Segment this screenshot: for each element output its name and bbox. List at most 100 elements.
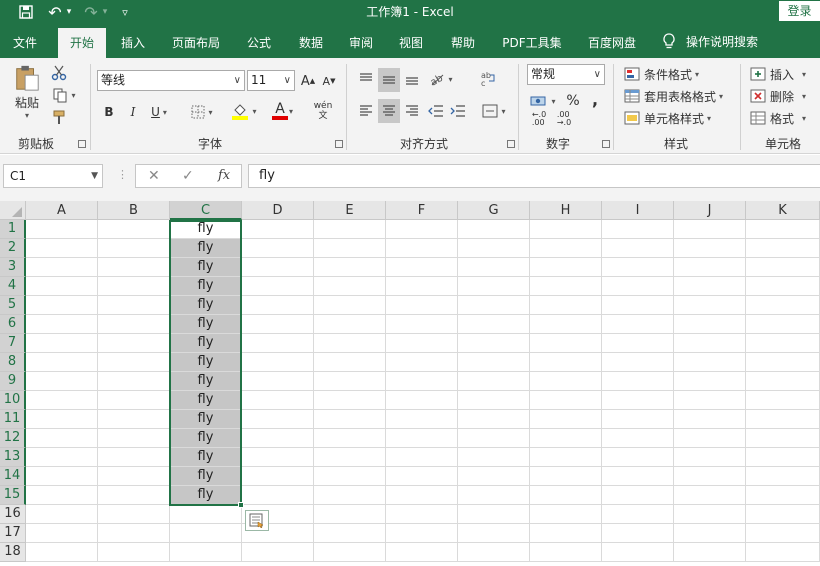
cell-g3[interactable]	[458, 258, 530, 277]
cell-j1[interactable]	[674, 220, 746, 239]
cell-d10[interactable]	[242, 391, 314, 410]
cell-j2[interactable]	[674, 239, 746, 258]
save-icon[interactable]	[14, 0, 38, 24]
cell-h18[interactable]	[530, 543, 602, 562]
cell-d9[interactable]	[242, 372, 314, 391]
cell-a1[interactable]	[26, 220, 98, 239]
cell-a5[interactable]	[26, 296, 98, 315]
cell-e14[interactable]	[314, 467, 386, 486]
cell-k14[interactable]	[746, 467, 820, 486]
cell-h15[interactable]	[530, 486, 602, 505]
cell-d18[interactable]	[242, 543, 314, 562]
align-right-icon[interactable]	[402, 100, 422, 122]
comma-style-button[interactable]: ,	[588, 88, 602, 110]
cell-j13[interactable]	[674, 448, 746, 467]
cell-e16[interactable]	[314, 505, 386, 524]
cell-h13[interactable]	[530, 448, 602, 467]
align-bottom-icon[interactable]	[402, 68, 422, 90]
cell-e8[interactable]	[314, 353, 386, 372]
tab-pdf-tools[interactable]: PDF工具集	[498, 24, 566, 58]
row-header-8[interactable]: 8	[0, 353, 26, 372]
cell-b13[interactable]	[98, 448, 170, 467]
cell-k7[interactable]	[746, 334, 820, 353]
grow-font-button[interactable]: A ▲	[299, 71, 317, 91]
cell-h14[interactable]	[530, 467, 602, 486]
accounting-format-icon[interactable]: ▾	[527, 90, 559, 112]
cell-a3[interactable]	[26, 258, 98, 277]
cell-a7[interactable]	[26, 334, 98, 353]
cell-k6[interactable]	[746, 315, 820, 334]
cell-f7[interactable]	[386, 334, 458, 353]
cell-h4[interactable]	[530, 277, 602, 296]
cell-h6[interactable]	[530, 315, 602, 334]
alignment-launcher-icon[interactable]	[507, 140, 515, 148]
cell-b18[interactable]	[98, 543, 170, 562]
cell-f16[interactable]	[386, 505, 458, 524]
borders-button[interactable]: ▾	[186, 102, 218, 122]
number-launcher-icon[interactable]	[602, 140, 610, 148]
cell-d2[interactable]	[242, 239, 314, 258]
cell-b7[interactable]	[98, 334, 170, 353]
paste-button[interactable]: 粘贴 ▾	[10, 64, 44, 120]
row-header-16[interactable]: 16	[0, 505, 26, 524]
cell-f3[interactable]	[386, 258, 458, 277]
tell-me-search[interactable]: 操作说明搜索	[662, 24, 758, 58]
cell-k1[interactable]	[746, 220, 820, 239]
cell-e2[interactable]	[314, 239, 386, 258]
redo-dropdown-icon[interactable]: ▾	[100, 0, 110, 24]
cell-h17[interactable]	[530, 524, 602, 543]
cell-d7[interactable]	[242, 334, 314, 353]
column-header-f[interactable]: F	[386, 201, 458, 220]
column-header-k[interactable]: K	[746, 201, 820, 220]
row-header-12[interactable]: 12	[0, 429, 26, 448]
cell-k13[interactable]	[746, 448, 820, 467]
cell-d1[interactable]	[242, 220, 314, 239]
cell-d14[interactable]	[242, 467, 314, 486]
cell-e6[interactable]	[314, 315, 386, 334]
cell-f14[interactable]	[386, 467, 458, 486]
cell-a9[interactable]	[26, 372, 98, 391]
tab-insert[interactable]: 插入	[112, 24, 154, 58]
delete-cells-button[interactable]: 删除 ▾	[750, 86, 816, 106]
cell-i6[interactable]	[602, 315, 674, 334]
cell-j9[interactable]	[674, 372, 746, 391]
cell-g8[interactable]	[458, 353, 530, 372]
tab-file[interactable]: 文件	[4, 24, 46, 58]
fill-handle[interactable]	[238, 502, 244, 508]
cell-d3[interactable]	[242, 258, 314, 277]
cell-k8[interactable]	[746, 353, 820, 372]
row-header-10[interactable]: 10	[0, 391, 26, 410]
cell-e10[interactable]	[314, 391, 386, 410]
cell-c2[interactable]: fly	[170, 239, 242, 258]
cell-b2[interactable]	[98, 239, 170, 258]
align-center-icon[interactable]	[378, 99, 400, 123]
cell-f10[interactable]	[386, 391, 458, 410]
decrease-indent-icon[interactable]	[426, 100, 446, 122]
cell-e13[interactable]	[314, 448, 386, 467]
row-header-11[interactable]: 11	[0, 410, 26, 429]
cell-c18[interactable]	[170, 543, 242, 562]
wrap-text-icon[interactable]: ab c	[478, 68, 498, 90]
cell-i13[interactable]	[602, 448, 674, 467]
italic-button[interactable]: I	[124, 102, 142, 122]
column-header-a[interactable]: A	[26, 201, 98, 220]
cell-g11[interactable]	[458, 410, 530, 429]
cut-icon[interactable]	[50, 64, 68, 82]
cell-i7[interactable]	[602, 334, 674, 353]
insert-cells-button[interactable]: 插入 ▾	[750, 64, 816, 84]
cell-i3[interactable]	[602, 258, 674, 277]
cell-g15[interactable]	[458, 486, 530, 505]
cell-i8[interactable]	[602, 353, 674, 372]
cell-i5[interactable]	[602, 296, 674, 315]
cell-c8[interactable]: fly	[170, 353, 242, 372]
cell-j16[interactable]	[674, 505, 746, 524]
cell-a13[interactable]	[26, 448, 98, 467]
cell-a12[interactable]	[26, 429, 98, 448]
number-format-combo[interactable]: 常规 ∨	[527, 64, 605, 85]
cell-b3[interactable]	[98, 258, 170, 277]
column-header-e[interactable]: E	[314, 201, 386, 220]
cell-b8[interactable]	[98, 353, 170, 372]
cell-i9[interactable]	[602, 372, 674, 391]
cell-e15[interactable]	[314, 486, 386, 505]
cell-h10[interactable]	[530, 391, 602, 410]
